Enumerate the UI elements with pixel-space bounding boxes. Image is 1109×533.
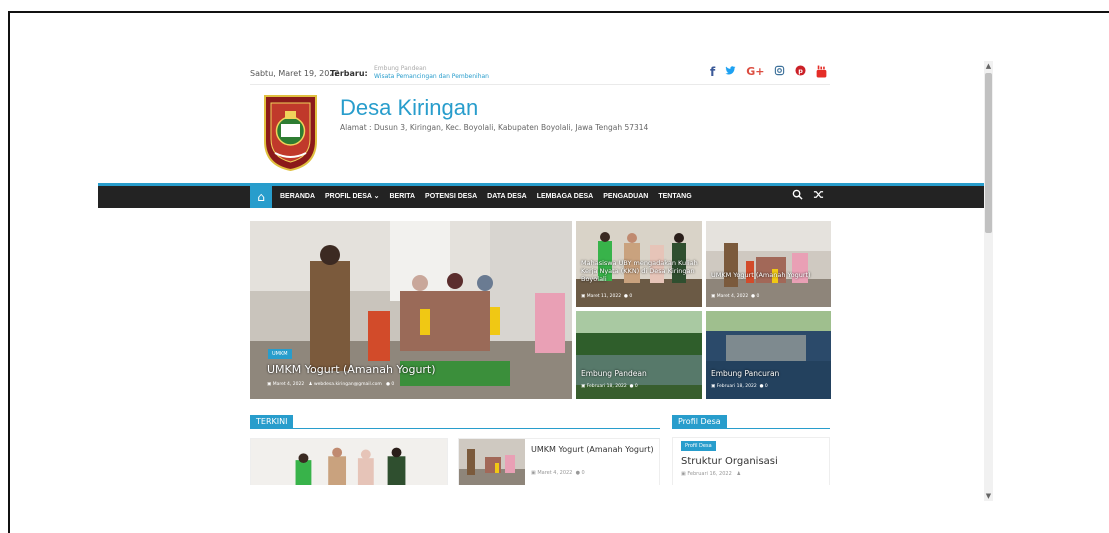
nav-item-berita[interactable]: BERITA — [389, 186, 415, 208]
site-description: Alamat : Dusun 3, Kiringan, Kec. Boyolal… — [340, 123, 649, 132]
home-icon[interactable]: ⌂ — [250, 186, 272, 208]
web-page: Sabtu, Maret 19, 2022 Terbaru: Embung Pa… — [10, 13, 984, 485]
post-date[interactable]: Februari 18, 2022 — [717, 384, 757, 389]
featured-tile[interactable]: UMKM Yogurt (Amanah Yogurt) ▣ Maret 4, 2… — [706, 221, 831, 307]
post-title[interactable]: UMKM Yogurt (Amanah Yogurt) — [531, 445, 655, 455]
profile-section-header: Profil Desa — [672, 415, 830, 429]
post-date[interactable]: Februari 16, 2022 — [687, 471, 731, 477]
post-meta: ▣ Februari 18, 2022 ● 0 — [581, 384, 638, 389]
post-title[interactable]: Mahasiswa UBY mengadakan Kuliah Kerja Ny… — [581, 259, 699, 283]
google-plus-icon[interactable]: G+ — [746, 65, 764, 81]
nav-item-potensi-desa[interactable]: POTENSI DESA — [425, 186, 477, 208]
post-comments[interactable]: 0 — [635, 384, 638, 389]
post-comments[interactable]: 0 — [756, 294, 759, 299]
featured-tile[interactable]: Embung Pancuran ▣ Februari 18, 2022 ● 0 — [706, 311, 831, 399]
latest-section-header: TERKINI — [250, 415, 660, 429]
post-title[interactable]: Embung Pancuran — [711, 369, 779, 378]
post-meta: ▣ Februari 18, 2022 ● 0 — [711, 384, 768, 389]
facebook-icon[interactable]: f — [710, 65, 715, 81]
featured-tile[interactable]: Mahasiswa UBY mengadakan Kuliah Kerja Ny… — [576, 221, 702, 307]
latest-side-post[interactable]: UMKM Yogurt (Amanah Yogurt) ▣ Maret 4, 2… — [458, 438, 660, 485]
section-label: Profil Desa — [672, 415, 727, 429]
nav-item-profil-desa[interactable]: PROFIL DESA ⌄ — [325, 186, 379, 208]
post-date[interactable]: Februari 18, 2022 — [587, 384, 627, 389]
scroll-up-icon[interactable]: ▲ — [984, 61, 993, 71]
post-author[interactable]: webdesa.kiringan@gmail.com — [314, 382, 382, 387]
post-comments[interactable]: 0 — [765, 384, 768, 389]
latest-main-image — [251, 439, 447, 485]
post-title[interactable]: Embung Pandean — [581, 369, 647, 378]
current-date: Sabtu, Maret 19, 2022 — [250, 69, 340, 78]
section-label: TERKINI — [250, 415, 294, 429]
post-title[interactable]: Struktur Organisasi — [681, 456, 778, 467]
page-scrollbar[interactable]: ▲ ▼ — [984, 61, 993, 501]
post-meta: ▣ Maret 4, 2022 ● 0 — [531, 470, 585, 476]
search-icon[interactable] — [792, 186, 803, 208]
latest-side-thumb — [459, 439, 525, 485]
post-title[interactable]: UMKM Yogurt (Amanah Yogurt) — [711, 271, 829, 279]
post-comments[interactable]: 0 — [391, 382, 394, 387]
scroll-thumb[interactable] — [985, 73, 992, 233]
nav-item-data-desa[interactable]: DATA DESA — [487, 186, 527, 208]
post-title[interactable]: UMKM Yogurt (Amanah Yogurt) — [267, 363, 436, 376]
post-meta: ▣ Maret 4, 2022 ● 0 — [711, 294, 759, 299]
post-category-badge[interactable]: UMKM — [268, 349, 292, 359]
ticker-item[interactable]: Wisata Pemancingan dan Pembenihan — [374, 73, 494, 81]
latest-main-post[interactable] — [250, 438, 448, 485]
nav-item-pengaduan[interactable]: PENGADUAN — [603, 186, 648, 208]
post-comments[interactable]: 0 — [629, 294, 632, 299]
ticker-item[interactable]: Embung Pandean — [374, 65, 494, 73]
pinterest-icon[interactable]: p — [795, 65, 807, 81]
social-links: f G+ p — [710, 65, 827, 81]
post-comments[interactable]: 0 — [582, 470, 585, 476]
featured-tile[interactable]: Embung Pandean ▣ Februari 18, 2022 ● 0 — [576, 311, 702, 399]
main-nav: ⌂ BERANDA PROFIL DESA ⌄ BERITA POTENSI D… — [98, 183, 984, 208]
random-post-icon[interactable] — [813, 186, 824, 208]
village-logo[interactable] — [263, 93, 318, 171]
featured-main-post[interactable]: UMKM UMKM Yogurt (Amanah Yogurt) ▣ Maret… — [250, 221, 572, 399]
nav-item-beranda[interactable]: BERANDA — [280, 186, 315, 208]
nav-item-tentang[interactable]: TENTANG — [658, 186, 691, 208]
instagram-icon[interactable] — [774, 65, 785, 81]
post-date[interactable]: Maret 11, 2022 — [587, 294, 621, 299]
svg-text:p: p — [799, 67, 804, 75]
post-date[interactable]: Maret 4, 2022 — [273, 382, 305, 387]
nav-menu: BERANDA PROFIL DESA ⌄ BERITA POTENSI DES… — [280, 186, 692, 208]
post-category-badge[interactable]: Profil Desa — [681, 441, 716, 451]
post-date[interactable]: Maret 4, 2022 — [537, 470, 572, 476]
site-title[interactable]: Desa Kiringan — [340, 95, 478, 121]
news-ticker[interactable]: Embung Pandean Wisata Pemancingan dan Pe… — [374, 65, 494, 81]
scroll-down-icon[interactable]: ▼ — [984, 491, 993, 501]
post-date[interactable]: Maret 4, 2022 — [717, 294, 749, 299]
post-meta: ▣ Februari 16, 2022 ♟ — [681, 471, 741, 477]
nav-item-lembaga-desa[interactable]: LEMBAGA DESA — [537, 186, 594, 208]
post-meta: ▣ Maret 4, 2022 ♟ webdesa.kiringan@gmail… — [267, 382, 394, 387]
profile-post[interactable]: Profil Desa Struktur Organisasi ▣ Februa… — [672, 437, 830, 485]
user-icon: ♟ — [736, 471, 742, 477]
youtube-icon[interactable] — [816, 65, 827, 81]
latest-label: Terbaru: — [330, 69, 368, 78]
header-divider — [250, 84, 830, 85]
nav-tools — [792, 186, 824, 208]
post-meta: ▣ Maret 11, 2022 ● 0 — [581, 294, 632, 299]
browser-viewport: Sabtu, Maret 19, 2022 Terbaru: Embung Pa… — [8, 11, 1109, 533]
twitter-icon[interactable] — [725, 65, 736, 81]
